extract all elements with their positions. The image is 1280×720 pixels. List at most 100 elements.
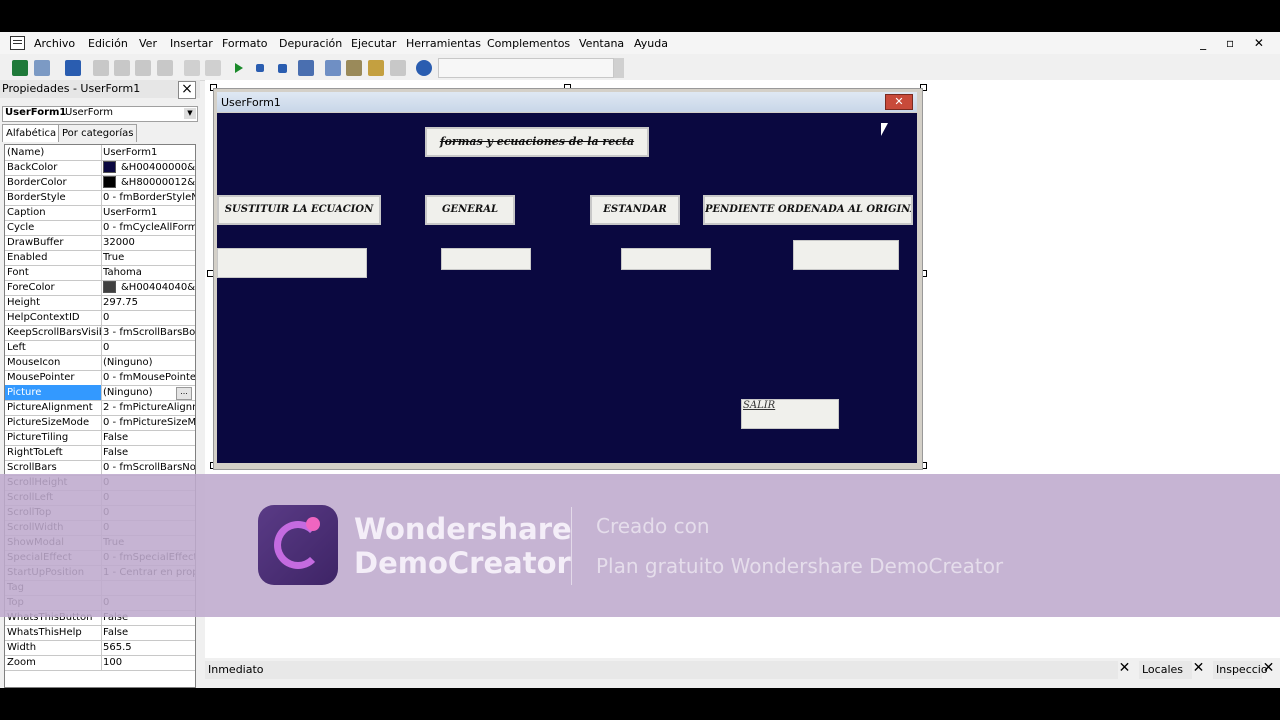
- property-row[interactable]: ForeColor &H00404040&: [5, 280, 195, 296]
- property-value[interactable]: 565.5: [103, 640, 195, 655]
- property-row[interactable]: WhatsThisHelp False: [5, 625, 195, 641]
- toolbox-icon[interactable]: [390, 60, 406, 76]
- property-value[interactable]: &H00404040&: [103, 280, 195, 295]
- copy-icon[interactable]: [114, 60, 130, 76]
- pause-icon[interactable]: [256, 64, 264, 72]
- property-row[interactable]: (Name) UserForm1: [5, 145, 195, 161]
- property-row[interactable]: Left 0: [5, 340, 195, 356]
- property-row[interactable]: Cycle 0 - fmCycleAllForms: [5, 220, 195, 236]
- property-row[interactable]: Zoom 100: [5, 655, 195, 671]
- cut-icon[interactable]: [93, 60, 109, 76]
- label-general[interactable]: GENERAL: [425, 195, 515, 225]
- toolbar-options-grip[interactable]: [614, 58, 624, 78]
- property-value[interactable]: 0: [103, 340, 195, 355]
- redo-icon[interactable]: [205, 60, 221, 76]
- app-icon[interactable]: [10, 36, 25, 50]
- property-value[interactable]: False: [103, 430, 195, 445]
- property-value[interactable]: 3 - fmScrollBarsBoth: [103, 325, 195, 340]
- textbox-pendiente[interactable]: [793, 240, 899, 270]
- menu-ventana[interactable]: Ventana: [579, 37, 624, 50]
- property-row[interactable]: BorderColor &H80000012&: [5, 175, 195, 191]
- property-value[interactable]: 297.75: [103, 295, 195, 310]
- property-value[interactable]: UserForm1: [103, 205, 195, 220]
- property-row[interactable]: PictureTiling False: [5, 430, 195, 446]
- property-value[interactable]: 0 - fmMousePointerD: [103, 370, 195, 385]
- menu-ayuda[interactable]: Ayuda: [634, 37, 668, 50]
- menu-edicion[interactable]: Edición: [88, 37, 128, 50]
- menu-complementos[interactable]: Complementos: [487, 37, 570, 50]
- property-value[interactable]: 0 - fmScrollBarsNone: [103, 460, 195, 475]
- textbox-general[interactable]: [441, 248, 531, 270]
- property-value[interactable]: (Ninguno): [103, 355, 195, 370]
- menu-depuracion[interactable]: Depuración: [279, 37, 342, 50]
- property-value[interactable]: False: [103, 625, 195, 640]
- property-row[interactable]: BackColor &H00400000&: [5, 160, 195, 176]
- menu-ejecutar[interactable]: Ejecutar: [351, 37, 396, 50]
- tab-alfabetica[interactable]: Alfabética: [2, 124, 61, 142]
- heading-label[interactable]: formas y ecuaciones de la recta: [425, 127, 649, 157]
- property-value[interactable]: 0 - fmPictureSizeMo: [103, 415, 195, 430]
- userform[interactable]: UserForm1 ✕ formas y ecuaciones de la re…: [213, 88, 923, 470]
- excel-icon[interactable]: [12, 60, 28, 76]
- reset-icon[interactable]: [278, 64, 287, 73]
- label-pendiente[interactable]: PENDIENTE ORDENADA AL ORIGINA: [703, 195, 913, 225]
- find-icon[interactable]: [157, 60, 173, 76]
- watch-close-icon[interactable]: ✕: [1261, 661, 1276, 676]
- property-row[interactable]: Font Tahoma: [5, 265, 195, 281]
- property-value[interactable]: 2 - fmPictureAlignme: [103, 400, 195, 415]
- menu-ver[interactable]: Ver: [139, 37, 157, 50]
- property-row[interactable]: Picture (Ninguno)...: [5, 385, 195, 401]
- property-value[interactable]: 0: [103, 310, 195, 325]
- property-value[interactable]: True: [103, 250, 195, 265]
- label-estandar[interactable]: ESTANDAR: [590, 195, 680, 225]
- property-row[interactable]: MousePointer0 - fmMousePointerD: [5, 370, 195, 386]
- property-row[interactable]: PictureAlignment2 - fmPictureAlignme: [5, 400, 195, 416]
- menu-archivo[interactable]: Archivo: [34, 37, 75, 50]
- undo-icon[interactable]: [184, 60, 200, 76]
- insert-userform-icon[interactable]: [34, 60, 50, 76]
- textbox-estandar[interactable]: [621, 248, 711, 270]
- property-value[interactable]: &H80000012&: [103, 175, 195, 190]
- object-browser-icon[interactable]: [368, 60, 384, 76]
- property-value[interactable]: False: [103, 445, 195, 460]
- property-value[interactable]: UserForm1: [103, 145, 195, 160]
- property-row[interactable]: PictureSizeMode 0 - fmPictureSizeMo: [5, 415, 195, 431]
- menu-insertar[interactable]: Insertar: [170, 37, 213, 50]
- salir-button[interactable]: SALIR: [741, 399, 839, 429]
- ellipsis-button[interactable]: ...: [176, 387, 192, 400]
- property-row[interactable]: Enabled True: [5, 250, 195, 266]
- property-row[interactable]: DrawBuffer 32000: [5, 235, 195, 251]
- design-mode-icon[interactable]: [298, 60, 314, 76]
- property-value[interactable]: 100: [103, 655, 195, 670]
- properties-close-icon[interactable]: ×: [178, 81, 196, 99]
- textbox-sustituir[interactable]: [217, 248, 367, 278]
- run-icon[interactable]: [235, 63, 243, 73]
- chevron-down-icon[interactable]: ▼: [184, 108, 196, 119]
- paste-icon[interactable]: [135, 60, 151, 76]
- label-sustituir[interactable]: SUSTITUIR LA ECUACION: [217, 195, 381, 225]
- tab-por-categorias[interactable]: Por categorías: [58, 124, 138, 142]
- property-row[interactable]: Height 297.75: [5, 295, 195, 311]
- immediate-close-icon[interactable]: ✕: [1117, 661, 1132, 676]
- locals-close-icon[interactable]: ✕: [1191, 661, 1206, 676]
- help-icon[interactable]: [416, 60, 432, 76]
- property-row[interactable]: Width 565.5: [5, 640, 195, 656]
- window-controls[interactable]: _ ▫ ✕: [1200, 36, 1272, 50]
- property-row[interactable]: MouseIcon (Ninguno): [5, 355, 195, 371]
- menu-formato[interactable]: Formato: [222, 37, 268, 50]
- save-icon[interactable]: [65, 60, 81, 76]
- property-value[interactable]: Tahoma: [103, 265, 195, 280]
- project-explorer-icon[interactable]: [325, 60, 341, 76]
- userform-client-area[interactable]: formas y ecuaciones de la recta SUSTITUI…: [217, 113, 917, 463]
- property-value[interactable]: 32000: [103, 235, 195, 250]
- menu-herramientas[interactable]: Herramientas: [406, 37, 481, 50]
- property-row[interactable]: KeepScrollBarsVisible3 - fmScrollBarsBot…: [5, 325, 195, 341]
- property-row[interactable]: BorderStyle 0 - fmBorderStyleNo: [5, 190, 195, 206]
- userform-close-icon[interactable]: ✕: [885, 94, 913, 110]
- property-value[interactable]: 0 - fmCycleAllForms: [103, 220, 195, 235]
- property-row[interactable]: RightToLeft False: [5, 445, 195, 461]
- property-row[interactable]: HelpContextID 0: [5, 310, 195, 326]
- property-value[interactable]: &H00400000&: [103, 160, 195, 175]
- object-selector[interactable]: UserForm1 UserForm ▼: [2, 106, 198, 122]
- property-row[interactable]: Caption UserForm1: [5, 205, 195, 221]
